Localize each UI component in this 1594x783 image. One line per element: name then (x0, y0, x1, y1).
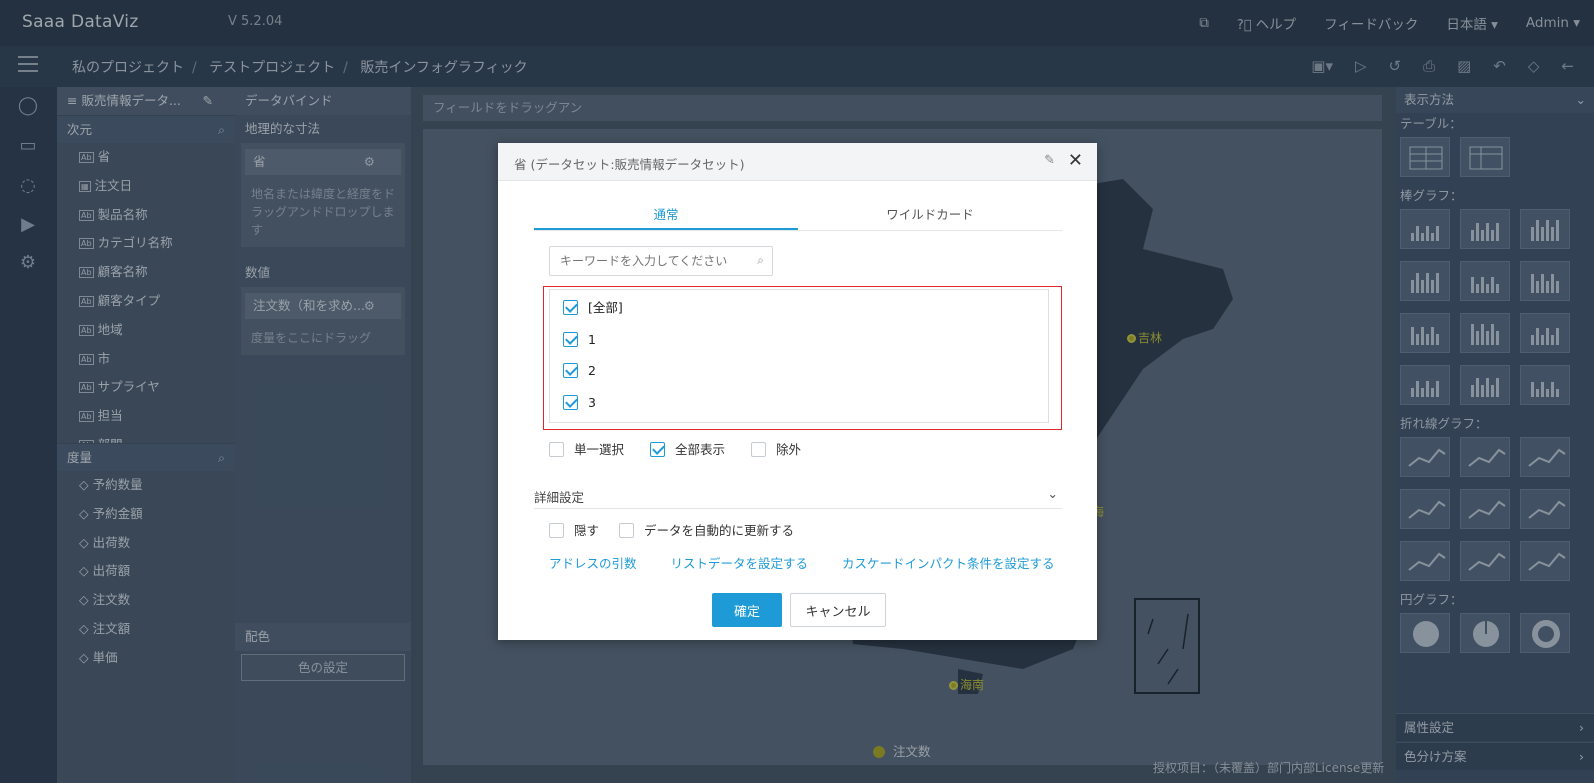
dialog-title: 省 (データセット:販売情報データセット) (514, 157, 745, 172)
keyword-search: ⌕ (549, 246, 773, 276)
list-item[interactable]: [全部] (563, 298, 623, 318)
exclude-option[interactable]: 除外 (751, 439, 801, 458)
checkbox[interactable] (650, 442, 666, 457)
dialog-header: 省 (データセット:販売情報データセット) ✎ ✕ (498, 143, 1097, 181)
tab-normal[interactable]: 通常 (534, 203, 798, 230)
cascade-condition-link[interactable]: カスケードインパクト条件を設定する (842, 553, 1055, 572)
value-list-highlight: [全部] 1 2 3 (543, 286, 1062, 430)
show-all-option[interactable]: 全部表示 (650, 439, 725, 458)
cancel-button[interactable]: キャンセル (790, 593, 886, 627)
list-item[interactable]: 1 (563, 330, 596, 350)
value-list: [全部] 1 2 3 (549, 289, 1049, 423)
advanced-options: 隠す データを自動的に更新する (549, 520, 814, 539)
checkbox[interactable] (563, 395, 578, 410)
dialog-tabs: 通常 ワイルドカード (534, 203, 1062, 231)
checkbox[interactable] (563, 300, 578, 315)
selection-options: 単一選択 全部表示 除外 (549, 439, 827, 458)
edit-icon[interactable]: ✎ (1044, 153, 1055, 168)
setting-links: アドレスの引数 リストデータを設定する カスケードインパクト条件を設定する (549, 553, 1055, 572)
checkbox[interactable] (619, 523, 635, 538)
close-icon[interactable]: ✕ (1068, 150, 1083, 171)
list-item[interactable]: 3 (563, 393, 596, 413)
checkbox[interactable] (563, 332, 578, 347)
checkbox[interactable] (549, 523, 564, 538)
advanced-settings-toggle[interactable]: 詳細設定 ⌄ (534, 486, 1062, 509)
search-icon[interactable]: ⌕ (757, 253, 764, 268)
search-input[interactable] (550, 247, 740, 275)
confirm-button[interactable]: 確定 (712, 593, 782, 627)
auto-refresh-option[interactable]: データを自動的に更新する (619, 520, 794, 539)
single-select-option[interactable]: 単一選択 (549, 439, 624, 458)
address-params-link[interactable]: アドレスの引数 (549, 553, 637, 572)
hide-option[interactable]: 隠す (549, 520, 599, 539)
checkbox[interactable] (751, 442, 767, 457)
tab-wildcard[interactable]: ワイルドカード (798, 203, 1062, 230)
chevron-down-icon: ⌄ (1047, 486, 1058, 501)
filter-dialog: 省 (データセット:販売情報データセット) ✎ ✕ 通常 ワイルドカード ⌕ [… (498, 143, 1097, 640)
checkbox[interactable] (563, 363, 578, 378)
checkbox[interactable] (549, 442, 564, 457)
list-data-link[interactable]: リストデータを設定する (671, 553, 809, 572)
list-item[interactable]: 2 (563, 361, 596, 381)
